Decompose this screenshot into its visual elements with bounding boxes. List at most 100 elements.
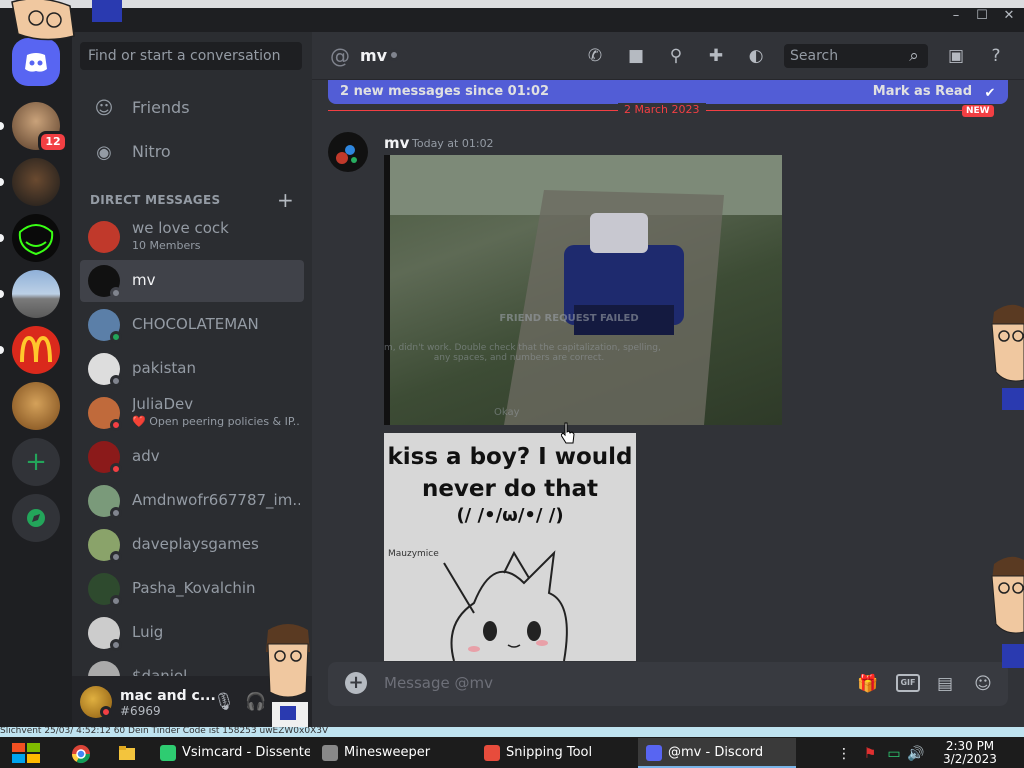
- taskbar-button-label: Snipping Tool: [506, 745, 593, 760]
- close-button[interactable]: ✕: [995, 8, 1023, 24]
- explore-servers-button[interactable]: [12, 494, 60, 542]
- dm-name: CHOCOLATEMAN: [132, 315, 259, 333]
- add-friends-to-dm-icon[interactable]: ✚: [704, 44, 728, 68]
- video-call-icon[interactable]: ■: [624, 44, 648, 68]
- nav-friends[interactable]: ☺ Friends: [80, 88, 304, 130]
- home-button[interactable]: [12, 38, 60, 86]
- volume-tray-icon[interactable]: 🔊: [904, 742, 928, 766]
- dm-item[interactable]: we love cock 10 Members: [80, 216, 304, 258]
- pinned-messages-icon[interactable]: ⚲: [664, 44, 688, 68]
- mouse-cursor-icon: [561, 422, 575, 444]
- message-input[interactable]: Message @mv: [384, 674, 493, 692]
- new-messages-bar[interactable]: 2 new messages since 01:02 Mark as Read: [328, 80, 1008, 104]
- dm-item[interactable]: pakistan: [80, 348, 304, 390]
- taskbar-clock[interactable]: 2:30 PM 3/2/2023: [940, 740, 1000, 766]
- server-icon-food[interactable]: [12, 382, 60, 430]
- user-name: mac and c...: [120, 688, 216, 704]
- taskbar-button[interactable]: Minesweeper: [314, 738, 472, 768]
- dm-status-offline: [110, 375, 122, 387]
- hank-sticker-top-left: [11, 0, 122, 41]
- dm-status-offline: [110, 287, 122, 299]
- flag-tray-icon[interactable]: ⚑: [858, 742, 882, 766]
- dm-subtitle: 10 Members: [132, 239, 201, 252]
- top-edge-strip: [0, 0, 1024, 8]
- abstract-avatar-icon: [336, 145, 357, 164]
- dm-item[interactable]: daveplaysgames: [80, 524, 304, 566]
- dm-item[interactable]: adv: [80, 436, 304, 478]
- maximize-button[interactable]: ☐: [968, 8, 996, 24]
- server-icon-mcdonalds[interactable]: [12, 326, 60, 374]
- at-icon: @: [330, 44, 350, 68]
- new-messages-text: 2 new messages since 01:02: [340, 84, 550, 99]
- message-timestamp: Today at 01:02: [412, 137, 494, 150]
- nitro-icon: ◉: [96, 142, 112, 163]
- taskbar-app-icon: [160, 745, 176, 761]
- server-icon-trollface[interactable]: [12, 214, 60, 262]
- dm-name: adv: [132, 447, 160, 465]
- taskbar-app-icon: [646, 745, 662, 761]
- dm-subtitle: ❤️ Open peering policies & IP...: [132, 415, 300, 428]
- ghost-dialog-body: Hm, didn't work. Double check that the c…: [384, 343, 661, 363]
- chrome-icon[interactable]: [71, 744, 91, 764]
- taskbar-button[interactable]: Snipping Tool: [476, 738, 634, 768]
- user-status-dnd: [100, 706, 112, 718]
- server-icon-2[interactable]: [12, 158, 60, 206]
- nav-label: Nitro: [132, 142, 171, 161]
- dm-item[interactable]: Pasha_Kovalchin: [80, 568, 304, 610]
- mention-badge: 12: [38, 131, 68, 153]
- dm-item[interactable]: Amdnwofr667787_im...: [80, 480, 304, 522]
- hank-sticker-right-lower: [991, 556, 1024, 668]
- gif-picker-button[interactable]: GIF: [896, 674, 920, 692]
- file-explorer-icon[interactable]: [118, 745, 136, 761]
- sticker-icon[interactable]: ▤: [933, 672, 957, 696]
- discord-logo-icon: [25, 53, 47, 72]
- minimize-button[interactable]: –: [942, 8, 970, 24]
- network-tray-icon[interactable]: ▭: [882, 742, 906, 766]
- microphone-icon[interactable]: 🎙: [212, 690, 236, 714]
- create-dm-plus-icon[interactable]: +: [277, 188, 294, 212]
- dm-item[interactable]: mv: [80, 260, 304, 302]
- taskbar-button-label: Vsimcard - Dissenter: [182, 745, 310, 760]
- dm-name: pakistan: [132, 359, 196, 377]
- inbox-icon[interactable]: ▣: [944, 44, 968, 68]
- message-author-avatar[interactable]: [328, 132, 368, 172]
- upload-plus-icon[interactable]: +: [345, 672, 367, 694]
- hank-sticker-right-upper: [991, 304, 1024, 410]
- message-image-meme[interactable]: kiss a boy? I would never do that (/ /•/…: [384, 433, 636, 661]
- user-profile-icon[interactable]: ◐: [744, 44, 768, 68]
- hank-sticker-bottom: [266, 624, 310, 732]
- overflow-menu-icon[interactable]: ⋮: [832, 742, 856, 766]
- taskbar-button[interactable]: Vsimcard - Dissenter: [152, 738, 310, 768]
- add-server-button[interactable]: +: [12, 438, 60, 486]
- mark-as-read-button[interactable]: Mark as Read: [873, 84, 972, 99]
- windows-start-icon[interactable]: [10, 741, 42, 765]
- nav-label: Friends: [132, 98, 190, 117]
- taskbar-button-label: @mv - Discord: [668, 745, 764, 760]
- message-image-tank[interactable]: FRIEND REQUEST FAILED Hm, didn't work. D…: [384, 155, 782, 425]
- dm-name: JuliaDev: [132, 395, 194, 413]
- voice-call-icon[interactable]: ✆: [583, 44, 607, 68]
- gift-icon[interactable]: 🎁: [856, 672, 880, 696]
- ghost-dialog-button: Okay: [494, 407, 520, 418]
- date-separator-label: 2 March 2023: [618, 103, 706, 116]
- find-conversation-input[interactable]: Find or start a conversation: [80, 42, 302, 70]
- ghost-dialog-title: FRIEND REQUEST FAILED: [499, 313, 639, 324]
- mark-read-icon[interactable]: ✔: [978, 82, 1002, 106]
- dm-status-online: [110, 331, 122, 343]
- friends-icon: ☺: [94, 98, 114, 119]
- dm-item[interactable]: CHOCOLATEMAN: [80, 304, 304, 346]
- message-author-name[interactable]: mv: [384, 134, 409, 152]
- dm-name: we love cock: [132, 219, 229, 237]
- dm-name: Pasha_Kovalchin: [132, 579, 256, 597]
- emoji-icon[interactable]: ☺: [971, 672, 995, 696]
- help-icon[interactable]: ?: [984, 44, 1008, 68]
- dm-status-offline: [110, 551, 122, 563]
- nav-nitro[interactable]: ◉ Nitro: [80, 132, 304, 174]
- dm-status-dnd: [110, 463, 122, 475]
- taskbar-button[interactable]: @mv - Discord: [638, 738, 796, 768]
- server-icon-4[interactable]: [12, 270, 60, 318]
- user-tag: #6969: [120, 704, 161, 718]
- dm-avatar: [88, 221, 120, 253]
- search-icon: ⌕: [909, 46, 919, 66]
- dm-item[interactable]: JuliaDev ❤️ Open peering policies & IP...: [80, 392, 304, 434]
